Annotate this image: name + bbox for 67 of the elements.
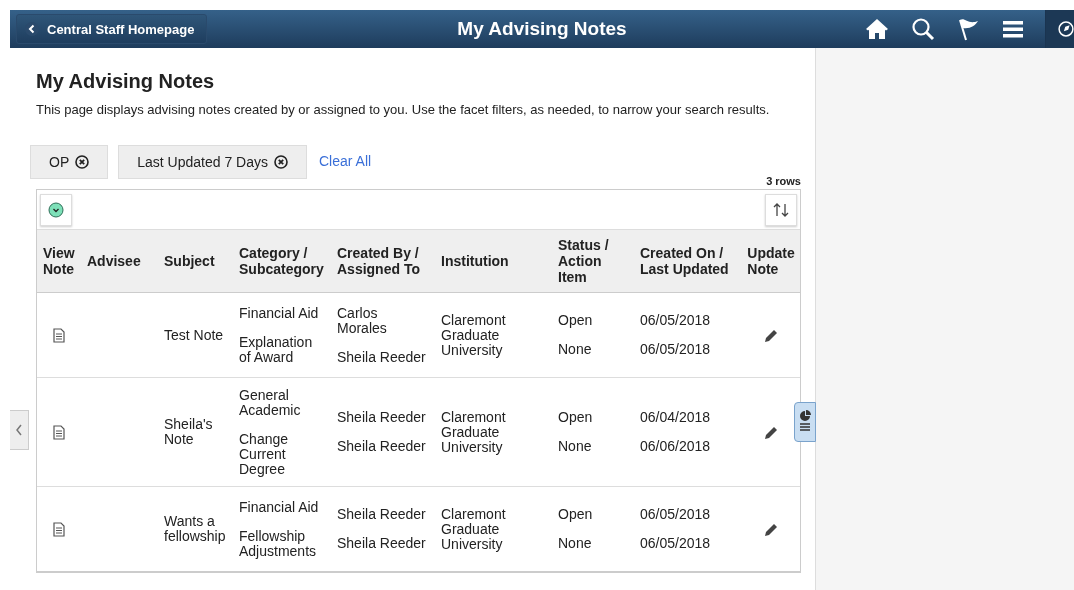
column-header: Subject <box>164 253 215 269</box>
pencil-icon[interactable] <box>763 327 779 343</box>
table-cell: None <box>558 342 592 357</box>
column-header: Created On / Last Updated <box>640 245 730 277</box>
table-cell: Open <box>558 410 593 425</box>
table-cell: Open <box>558 313 593 328</box>
remove-icon <box>75 155 90 169</box>
table-cell-text: Claremont Graduate University <box>441 409 507 455</box>
pencil-icon[interactable] <box>763 521 779 537</box>
column-header: View Note <box>43 245 75 277</box>
page-heading: My Advising Notes <box>36 70 216 93</box>
clear-all-link[interactable]: Clear All <box>319 153 372 169</box>
table-cell: Wants a fellowship <box>164 514 227 544</box>
table-cell: Sheila Reeder <box>337 439 426 454</box>
chevron-left-icon <box>15 424 23 436</box>
table-cell: 06/05/2018 <box>640 313 711 328</box>
table-cell: Financial Aid <box>239 499 319 515</box>
chart-tab[interactable] <box>794 402 816 442</box>
table-cell: Sheila Reeder <box>337 507 426 522</box>
column-header: Status / Action Item <box>558 237 610 285</box>
column-header: Advisee <box>87 253 141 269</box>
remove-icon <box>274 155 288 169</box>
compass-icon[interactable] <box>1058 18 1074 40</box>
table-cell: 06/05/2018 <box>640 342 711 357</box>
search-icon[interactable] <box>911 17 935 41</box>
page-description: This page displays advising notes created by or assigned to you. Use the facet filters, as needed, to narrow your search results. <box>36 102 771 117</box>
table-cell: Open <box>558 507 593 522</box>
table-cell-text: Sheila's Note <box>164 417 214 447</box>
table-cell-text: Claremont Graduate University <box>441 506 507 552</box>
table-cell: None <box>558 536 592 551</box>
filter-chip[interactable]: OP <box>30 145 109 179</box>
pencil-icon[interactable] <box>763 424 779 440</box>
column-header: Update Note <box>747 245 795 277</box>
table-cell: Sheila Reeder <box>337 349 426 365</box>
column-header: Institution <box>441 253 509 269</box>
table-cell: Financial Aid <box>239 305 319 321</box>
filter-chip[interactable]: Last Updated 7 Days <box>118 145 307 179</box>
table-cell: None <box>558 439 592 454</box>
sort-button[interactable] <box>765 193 797 226</box>
table-cell: Test Note <box>164 327 224 343</box>
table-cell-text: Explanation of Award <box>239 334 314 365</box>
document-icon[interactable] <box>53 424 65 440</box>
column-header: Category / Subcategory <box>239 245 325 277</box>
table-cell: 06/04/2018 <box>640 410 711 425</box>
document-icon[interactable] <box>53 521 65 537</box>
table-cell: 06/05/2018 <box>640 507 711 522</box>
table-cell-text: Claremont Graduate University <box>441 312 507 358</box>
row-count: 3 rows <box>766 175 801 189</box>
table-cell-text: General Academic <box>239 387 302 418</box>
home-icon[interactable] <box>865 18 889 40</box>
document-icon[interactable] <box>53 327 65 343</box>
expand-button[interactable] <box>40 193 72 226</box>
sort-icon <box>772 201 790 218</box>
menu-icon[interactable] <box>1003 19 1023 39</box>
table-cell: Sheila Reeder <box>337 536 426 551</box>
table-cell-text: Change Current Degree <box>239 431 290 477</box>
column-header: Created By / Assigned To <box>337 245 421 277</box>
table-cell: Sheila Reeder <box>337 410 426 425</box>
chevron-down-icon <box>48 201 64 218</box>
table-cell-text: Fellowship Adjustments <box>239 528 318 559</box>
table-cell: 06/06/2018 <box>640 439 711 454</box>
back-button[interactable]: Central Staff Homepage <box>16 14 208 44</box>
page-title: My Advising Notes <box>457 18 627 40</box>
table-cell: 06/05/2018 <box>640 536 711 551</box>
table-cell-text: Carlos Morales <box>337 305 388 336</box>
flag-icon[interactable] <box>957 17 981 41</box>
pie-chart-icon <box>799 410 811 434</box>
